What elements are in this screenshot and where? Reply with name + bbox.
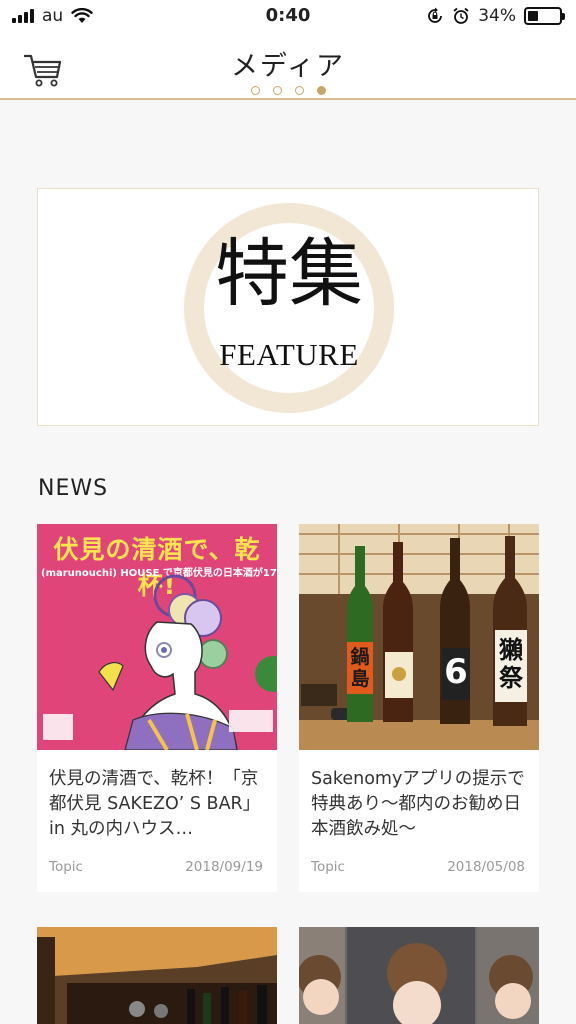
news-card-title: 伏見の清酒で、乾杯！「京都伏見 SAKEZO’ S BAR」 in 丸の内ハウス… bbox=[49, 769, 261, 839]
news-card-image: 鍋島 6 獺祭 bbox=[299, 524, 539, 750]
news-card[interactable]: 伏見の清酒で、乾杯! (marunouchi) HOUSE で京都伏見の日本酒が… bbox=[37, 524, 277, 892]
news-card-category: Topic bbox=[311, 859, 345, 875]
feature-banner[interactable]: 特集 FEATURE bbox=[37, 188, 539, 426]
status-right: 34% bbox=[426, 6, 565, 26]
status-bar: au 0:40 34% bbox=[0, 0, 576, 34]
battery-fill bbox=[528, 11, 539, 21]
news-card-date: 2018/09/19 bbox=[185, 859, 263, 875]
feature-title-english: FEATURE bbox=[219, 337, 359, 372]
news-card-meta: Topic 2018/05/08 bbox=[311, 859, 525, 875]
bottle-label: 6 bbox=[444, 652, 468, 692]
battery-icon bbox=[524, 7, 565, 25]
page-indicator[interactable] bbox=[0, 86, 576, 95]
news-card-image: 伏見の清酒で、乾杯! (marunouchi) HOUSE で京都伏見の日本酒が… bbox=[37, 524, 277, 750]
news-card[interactable]: 鍋島 6 獺祭 Sakenomyアプリの提示で特典あり～都内のお勧め日本酒飲み処… bbox=[299, 524, 539, 892]
bottle-label: 鍋島 bbox=[350, 646, 370, 690]
page-dot[interactable] bbox=[272, 86, 282, 95]
news-section-heading: NEWS bbox=[38, 476, 109, 501]
rotation-lock-icon bbox=[428, 7, 443, 23]
page-dot[interactable] bbox=[294, 86, 304, 95]
poster-illustration bbox=[43, 574, 277, 750]
news-card-title: Sakenomyアプリの提示で特典あり～都内のお勧め日本酒飲み処～ bbox=[311, 769, 525, 839]
news-card[interactable] bbox=[299, 927, 539, 1024]
feature-title-kanji: 特集 bbox=[215, 231, 363, 317]
page-title: メディア bbox=[230, 51, 346, 82]
page-dot[interactable] bbox=[250, 86, 260, 95]
alarm-icon bbox=[453, 7, 469, 24]
news-card[interactable] bbox=[37, 927, 277, 1024]
bar-interior-photo bbox=[37, 927, 277, 1024]
battery-percent: 34% bbox=[478, 6, 516, 26]
news-card-category: Topic bbox=[49, 859, 83, 875]
people-photo bbox=[299, 927, 539, 1024]
page-dot[interactable] bbox=[316, 86, 326, 95]
bottle-label: 獺祭 bbox=[499, 636, 523, 692]
nav-bar: メディア bbox=[0, 34, 576, 100]
news-card-meta: Topic 2018/09/19 bbox=[49, 859, 263, 875]
news-card-date: 2018/05/08 bbox=[447, 859, 525, 875]
